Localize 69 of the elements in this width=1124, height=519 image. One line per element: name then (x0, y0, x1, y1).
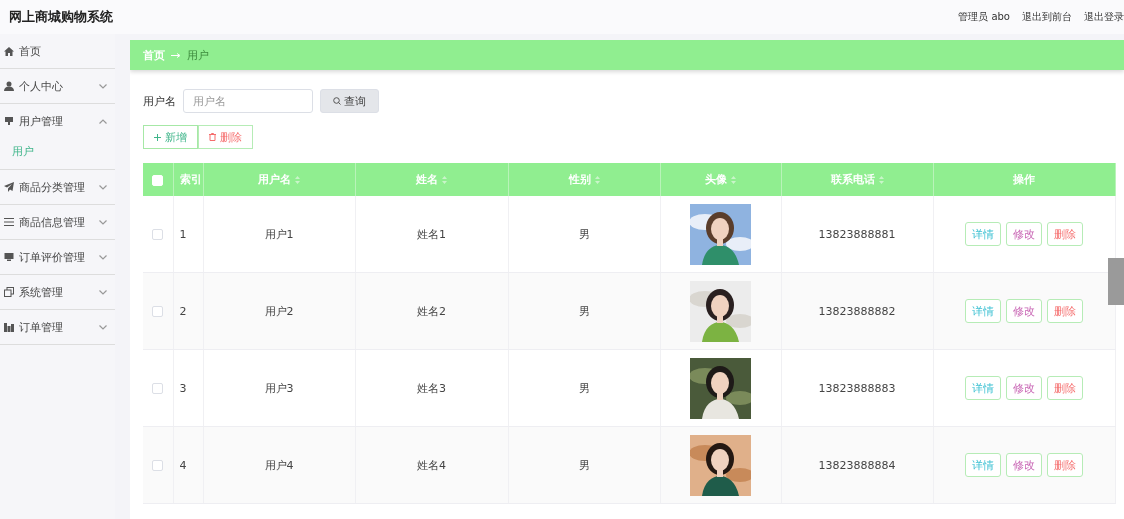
table-cell: 姓名4 (355, 426, 508, 504)
edit-button[interactable]: 修改 (1006, 376, 1042, 400)
index-cell: 3 (173, 349, 203, 427)
home-icon (4, 46, 14, 56)
list-icon (4, 217, 14, 227)
table-cell: 姓名3 (355, 349, 508, 427)
table-cell: 13823888883 (781, 349, 933, 427)
details-button[interactable]: 详情 (965, 222, 1001, 246)
edit-button[interactable]: 修改 (1006, 299, 1042, 323)
menu-item[interactable]: 订单评价管理 (0, 240, 115, 274)
row-checkbox[interactable] (152, 306, 164, 317)
table-cell: 13823888882 (781, 272, 933, 350)
column-header: 索引 (179, 172, 202, 187)
column-header: 操作 (1013, 172, 1035, 187)
table-cell: 男 (508, 196, 660, 273)
edit-button[interactable]: 修改 (1006, 222, 1042, 246)
menu-item[interactable]: 首页 (0, 34, 115, 68)
table-cell: 用户3 (203, 349, 355, 427)
table-cell: 13823888884 (781, 426, 933, 504)
table-cell: 用户4 (203, 426, 355, 504)
index-cell: 2 (173, 272, 203, 350)
details-button[interactable]: 详情 (965, 299, 1001, 323)
delete-button[interactable]: 删除 (1047, 453, 1083, 477)
admin-label: 管理员 abo (958, 10, 1010, 24)
row-checkbox[interactable] (152, 460, 164, 471)
table-cell: 姓名1 (355, 196, 508, 273)
edit-button[interactable]: 修改 (1006, 453, 1042, 477)
submenu-item[interactable]: 用户 (0, 138, 115, 169)
menu-item[interactable]: 用户管理 (0, 104, 115, 138)
menu-item[interactable]: 商品分类管理 (0, 170, 115, 204)
menu-item[interactable]: 个人中心 (0, 69, 115, 103)
table-cell: 用户2 (203, 272, 355, 350)
table-cell: 男 (508, 349, 660, 427)
delete-button[interactable]: 删除 (1047, 299, 1083, 323)
menu-item[interactable]: 商品信息管理 (0, 205, 115, 239)
input-field[interactable]: 用户名 (183, 89, 313, 113)
index-cell: 1 (173, 196, 203, 273)
index-cell: 4 (173, 426, 203, 504)
table-cell: 姓名2 (355, 272, 508, 350)
menu-item[interactable]: 系统管理 (0, 275, 115, 309)
details-button[interactable]: 详情 (965, 376, 1001, 400)
user-icon (4, 81, 14, 91)
row-checkbox[interactable] (152, 229, 164, 240)
nav-link[interactable]: 退出到前台 (1022, 10, 1072, 24)
plus-icon (154, 133, 161, 141)
menu-item[interactable]: 订单管理 (0, 310, 115, 344)
paper-plane-icon (4, 182, 14, 192)
table-cell: 男 (508, 426, 660, 504)
search-icon (333, 97, 341, 105)
table-cell: 用户1 (203, 196, 355, 273)
app-title: 网上商城购物系统 (9, 8, 114, 26)
select-all-checkbox[interactable] (152, 174, 164, 186)
delete-button[interactable]: 删除 (1047, 376, 1083, 400)
arrow-right-icon (171, 52, 181, 58)
field-label: 用户名 (143, 93, 176, 109)
trash-icon (209, 133, 216, 141)
scrollbar-thumb[interactable] (1108, 258, 1124, 305)
delete-button[interactable]: 删除 (198, 125, 253, 149)
breadcrumb-link[interactable]: 用户 (187, 47, 209, 63)
table-cell: 13823888881 (781, 196, 933, 273)
copy-icon (4, 287, 14, 297)
table-cell: 男 (508, 272, 660, 350)
nav-link[interactable]: 退出登录 (1084, 10, 1124, 24)
delete-button[interactable]: 删除 (1047, 222, 1083, 246)
row-checkbox[interactable] (152, 383, 164, 394)
bar-chart-icon (4, 322, 14, 332)
search-button[interactable]: 查询 (320, 89, 379, 113)
details-button[interactable]: 详情 (965, 453, 1001, 477)
add-button[interactable]: 新增 (143, 125, 198, 149)
